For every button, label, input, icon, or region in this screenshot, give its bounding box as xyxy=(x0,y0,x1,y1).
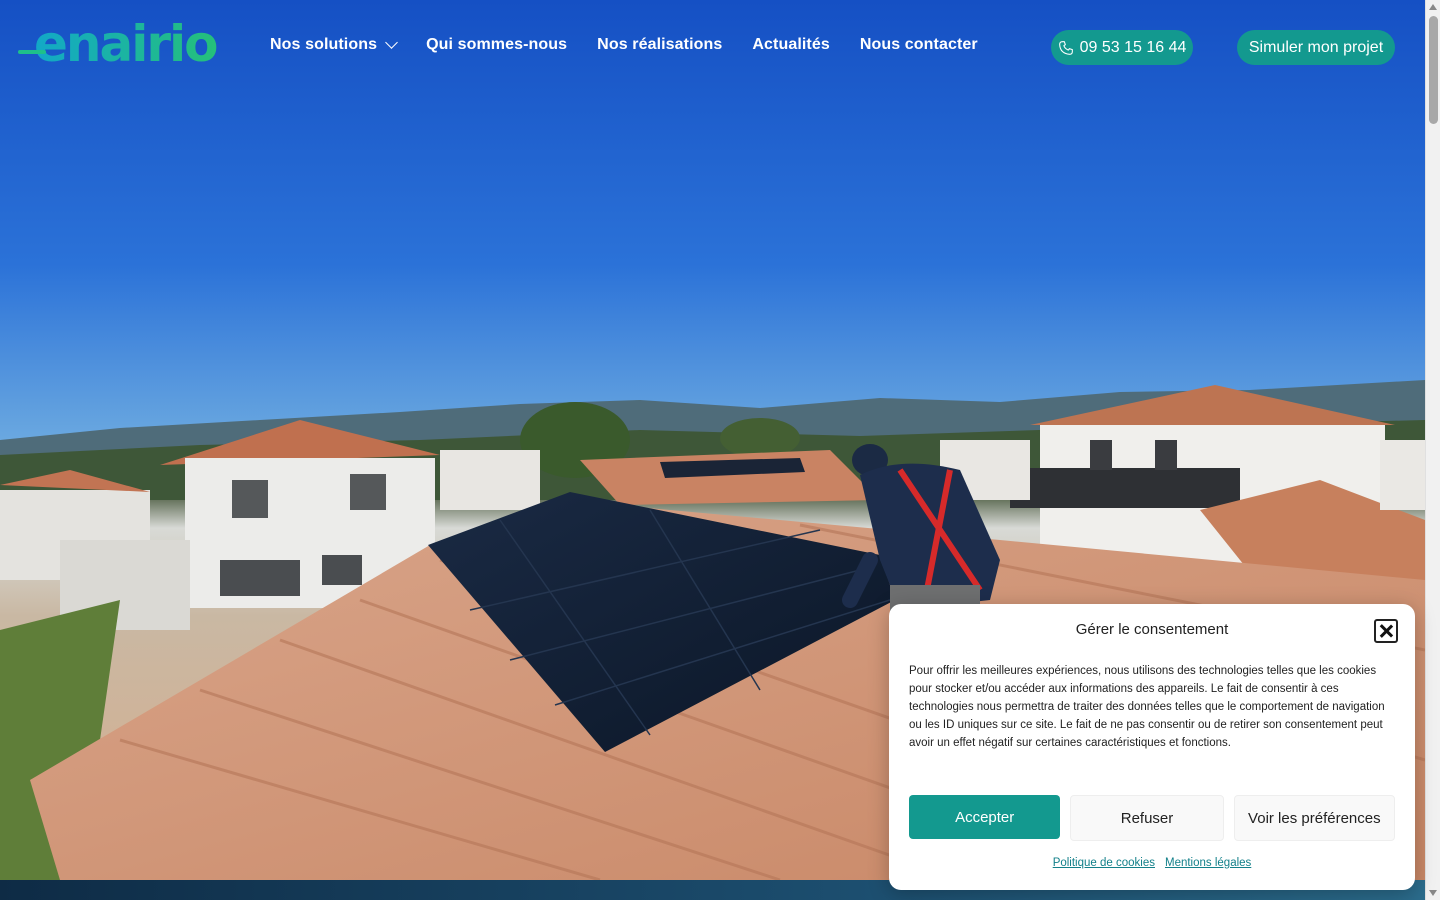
consent-text: Pour offrir les meilleures expériences, … xyxy=(909,665,1385,749)
nav-item-projects[interactable]: Nos réalisations xyxy=(597,34,722,56)
cookie-consent-dialog: Gérer le consentement Pour offrir les me… xyxy=(889,604,1415,890)
chevron-down-icon xyxy=(385,36,398,49)
scroll-down-icon[interactable] xyxy=(1429,890,1437,896)
preferences-button[interactable]: Voir les préférences xyxy=(1233,795,1395,841)
legal-notice-link[interactable]: Mentions légales xyxy=(1165,857,1251,869)
accept-button[interactable]: Accepter xyxy=(909,795,1061,839)
phone-button[interactable]: 09 53 15 16 44 xyxy=(1051,30,1193,65)
scrollbar-thumb[interactable] xyxy=(1429,16,1438,124)
nav-item-solutions[interactable]: Nos solutions xyxy=(270,34,398,56)
cookie-policy-link[interactable]: Politique de cookies xyxy=(1053,857,1155,869)
page-scrollbar[interactable] xyxy=(1425,0,1440,900)
main-nav: Nos solutions Qui sommes-nous Nos réalis… xyxy=(270,34,978,56)
nav-item-label: Actualités xyxy=(752,36,830,53)
simulate-project-button[interactable]: Simuler mon projet xyxy=(1237,30,1395,65)
site-header: enairio Nos solutions Qui sommes-nous No… xyxy=(0,0,1425,92)
phone-icon xyxy=(1058,40,1073,55)
nav-item-label: Nous contacter xyxy=(859,36,978,53)
scroll-up-icon[interactable] xyxy=(1429,4,1437,10)
consent-links: Politique de cookies Mentions légales xyxy=(889,857,1415,869)
nav-item-label: Qui sommes-nous xyxy=(426,36,568,53)
nav-item-label: Nos solutions xyxy=(270,36,378,53)
brand-logo[interactable]: enairio xyxy=(18,15,225,73)
nav-item-news[interactable]: Actualités xyxy=(752,34,829,56)
consent-actions: Accepter Refuser Voir les préférences xyxy=(909,795,1395,841)
nav-item-label: Nos réalisations xyxy=(597,36,723,53)
nav-item-contact[interactable]: Nous contacter xyxy=(860,34,978,56)
refuse-button[interactable]: Refuser xyxy=(1070,795,1224,841)
close-icon[interactable] xyxy=(1374,619,1398,643)
nav-item-about[interactable]: Qui sommes-nous xyxy=(426,34,567,56)
logo-swoosh xyxy=(18,50,46,54)
simulate-project-label: Simuler mon projet xyxy=(1248,38,1384,56)
logo-text: enairio xyxy=(34,15,219,73)
phone-number: 09 53 15 16 44 xyxy=(1079,38,1187,56)
consent-title: Gérer le consentement xyxy=(1075,621,1229,638)
